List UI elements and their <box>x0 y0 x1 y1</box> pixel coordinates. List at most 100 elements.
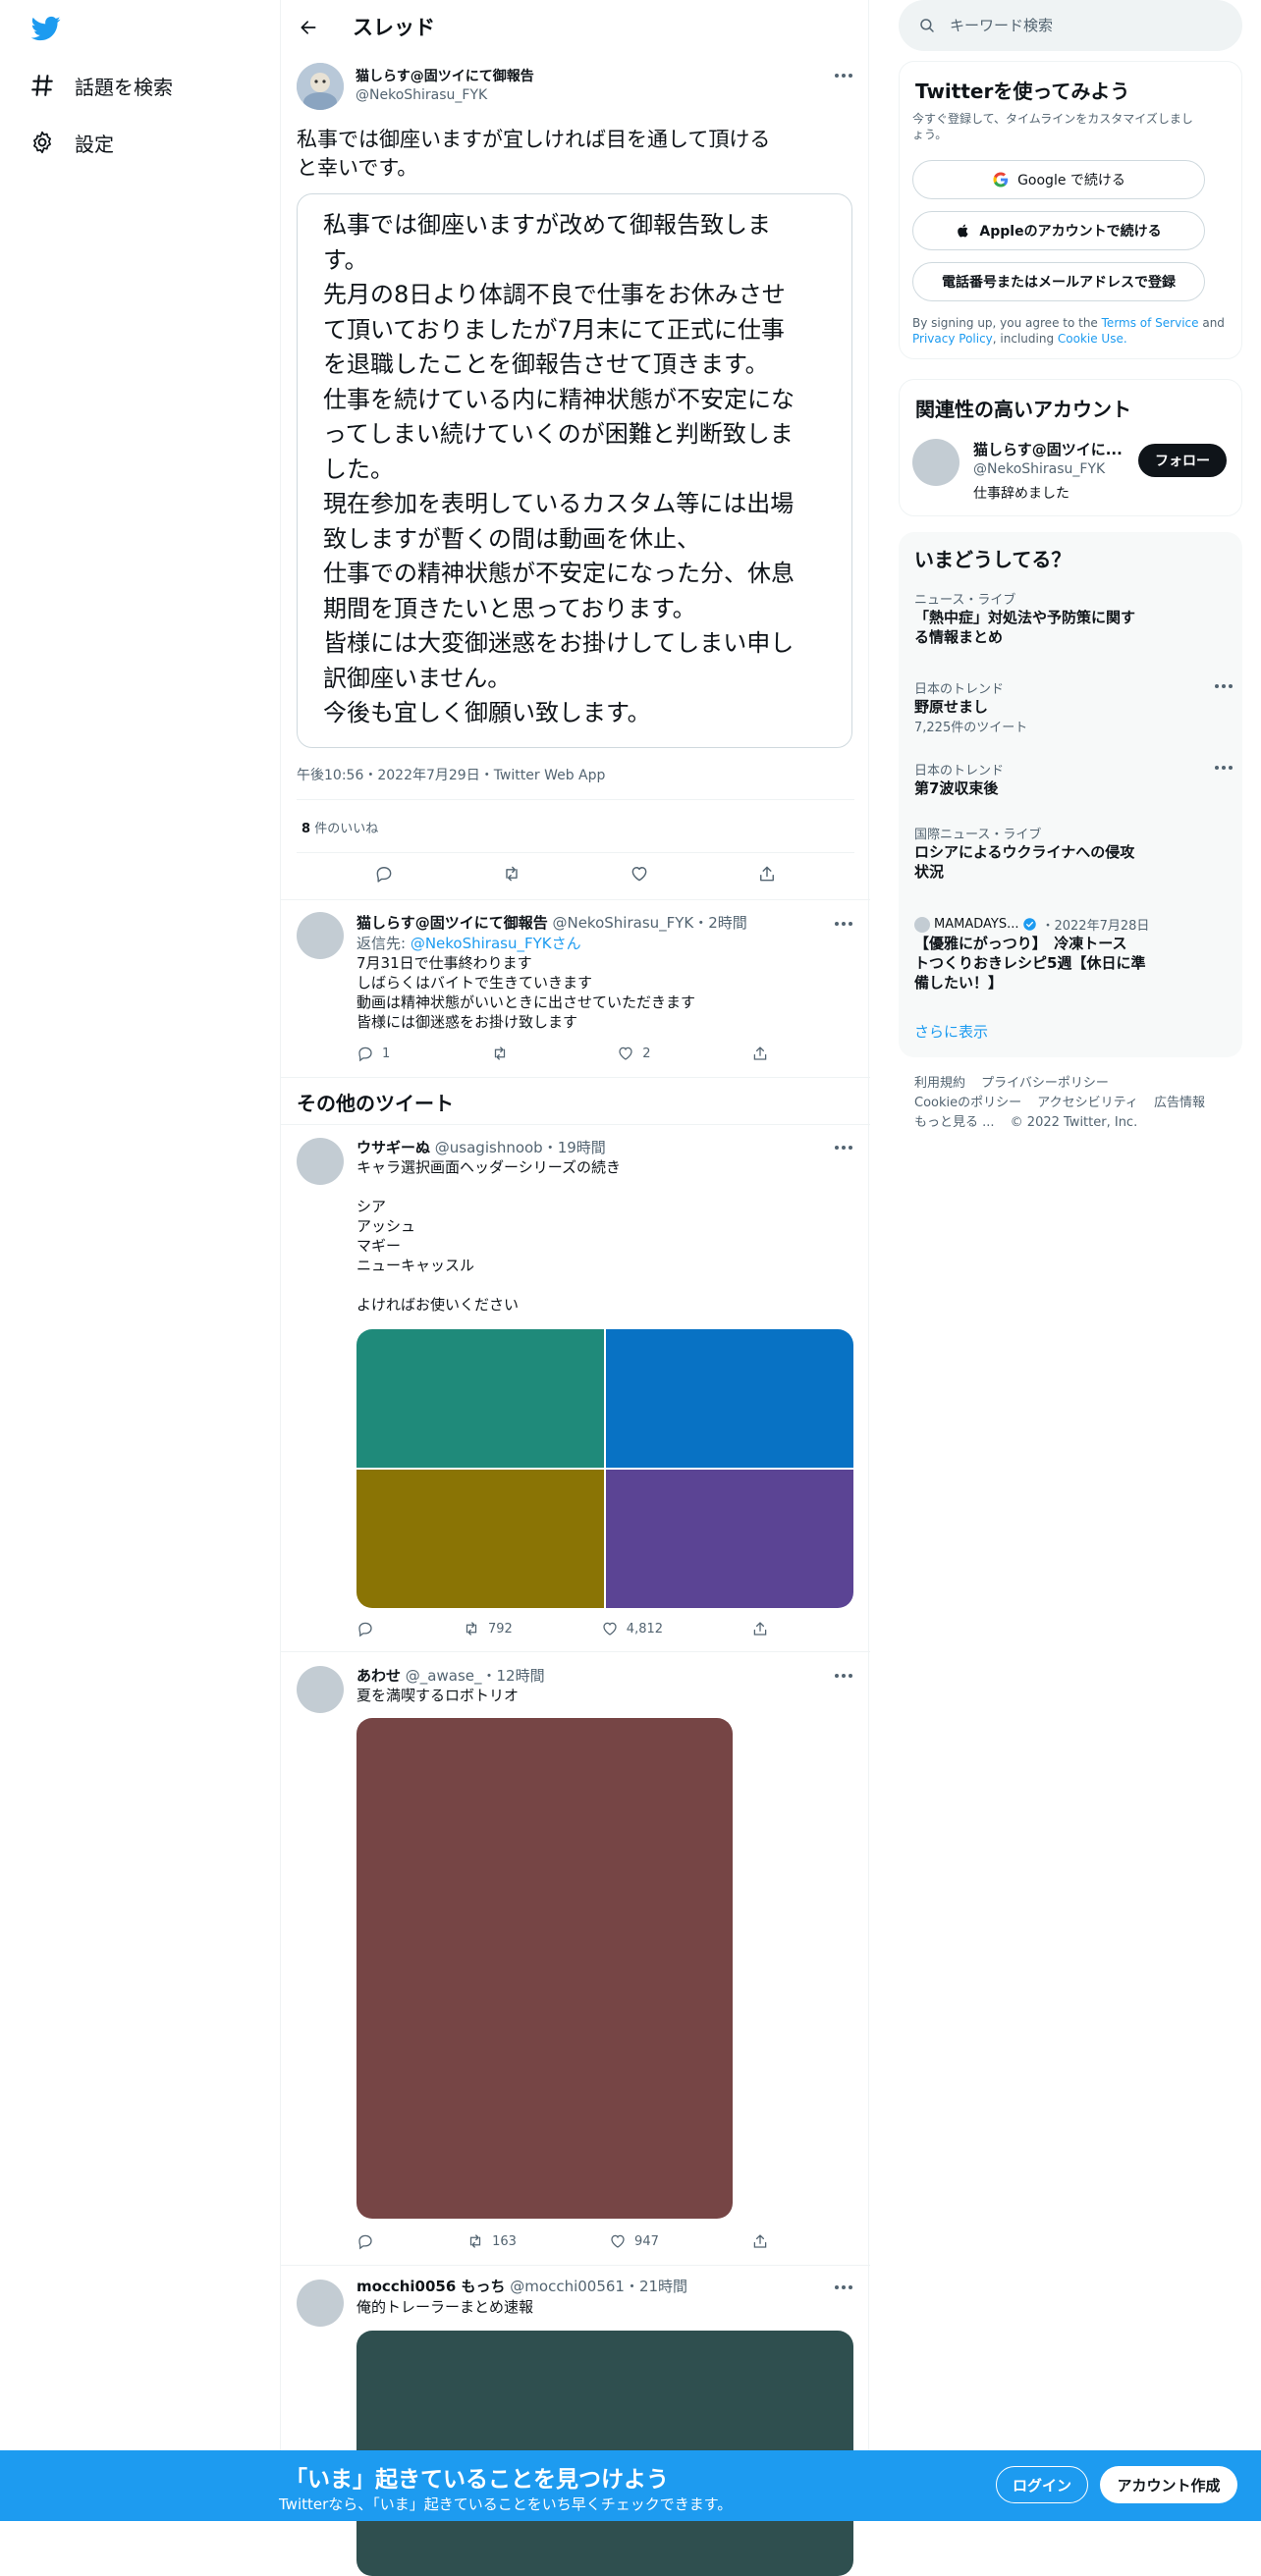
search-input[interactable] <box>948 16 1203 35</box>
footer-more-link[interactable]: もっと見る ... <box>914 1115 995 1130</box>
like-button[interactable]: 2 <box>617 1045 651 1062</box>
signup-card: Twitterを使ってみよう 今すぐ登録して、タイムラインをカスタマイズしまし … <box>899 61 1242 359</box>
author-handle[interactable]: @mocchi00561・21時間 <box>510 2278 687 2295</box>
avatar[interactable] <box>297 1138 344 1185</box>
share-button[interactable] <box>751 2232 769 2250</box>
subtitle-line: 今すぐ登録して、タイムラインをカスタマイズしまし <box>912 112 1193 126</box>
login-button[interactable]: ログイン <box>996 2466 1088 2503</box>
phone-email-signup-button[interactable]: 電話番号またはメールアドレスで登録 <box>912 262 1205 301</box>
apple-signin-button[interactable]: Appleのアカウントで続ける <box>912 211 1205 250</box>
cookie-link[interactable]: Cookie Use. <box>1058 332 1127 346</box>
follow-button[interactable]: フォロー <box>1138 444 1227 477</box>
twitter-logo-icon[interactable] <box>29 14 63 43</box>
share-button[interactable] <box>751 1620 769 1637</box>
tweet[interactable]: ウサギーぬ @usagishnoob・19時間 キャラ選択画面ヘッダーシリーズの… <box>281 1124 870 1651</box>
trend-item[interactable]: 日本のトレンド 第7波収束後 <box>914 760 1233 798</box>
footer-link[interactable]: 広告情報 <box>1154 1096 1205 1110</box>
media-image[interactable] <box>356 1329 604 1468</box>
media-grid[interactable] <box>356 1329 853 1608</box>
card-subtitle: 今すぐ登録して、タイムラインをカスタマイズしまし ょう。 <box>912 111 1193 142</box>
footer-link[interactable]: 利用規約 <box>914 1076 965 1091</box>
trend-category: 国際ニュース・ライブ <box>914 828 1042 842</box>
footer-link[interactable]: Cookieのポリシー <box>914 1096 1021 1110</box>
promoted-title: トつくりおきレシピ5週【休日に準 <box>914 954 1146 972</box>
show-more-link[interactable]: さらに表示 <box>914 1021 988 1042</box>
media-image[interactable] <box>356 1718 733 2219</box>
more-options-icon[interactable] <box>833 65 854 86</box>
share-button[interactable] <box>757 864 777 884</box>
media-image[interactable] <box>606 1470 853 1608</box>
retweet-button[interactable]: 163 <box>466 2232 517 2250</box>
tweet[interactable]: あわせ @_awase_・12時間 夏を満喫するロボトリオ 163 947 <box>281 1652 870 2265</box>
nav-explore[interactable]: 話題を検索 <box>29 62 173 109</box>
tweet-timestamp[interactable]: 午後10:56・2022年7月29日・Twitter Web App <box>297 765 605 784</box>
likes-summary[interactable]: 8 件のいいね <box>302 818 378 836</box>
quote-line: 期間を頂きたいと思っております。 <box>323 594 696 622</box>
tweet-header: あわせ @_awase_・12時間 <box>356 1665 545 1686</box>
terms-text: By signing up, you agree to the Terms of… <box>912 315 1232 347</box>
footer-link[interactable]: プライバシーポリシー <box>981 1076 1109 1091</box>
terms-link[interactable]: Terms of Service <box>1102 316 1199 330</box>
quoted-text-card[interactable]: 私事では御座いますが改めて御報告致しま す。 先月の8日より体調不良で仕事をお休… <box>297 193 852 748</box>
author-handle[interactable]: @NekoShirasu_FYK・2時間 <box>552 914 746 932</box>
more-options-icon[interactable] <box>1215 766 1233 770</box>
author-name[interactable]: mocchi0056 もっち <box>356 2278 506 2295</box>
retweet-button[interactable] <box>491 1045 517 1062</box>
retweet-count: 163 <box>492 2233 517 2249</box>
search-box[interactable] <box>899 0 1242 51</box>
trend-item[interactable]: ニュース・ライブ 「熱中症」対処法や予防策に関す る情報まとめ <box>914 589 1229 647</box>
trend-item[interactable]: 国際ニュース・ライブ ロシアによるウクライナへの侵攻 状況 <box>914 824 1229 882</box>
more-options-icon[interactable] <box>833 2277 854 2298</box>
likes-count: 8 <box>302 822 311 836</box>
media-image[interactable] <box>606 1329 853 1468</box>
author-handle[interactable]: @usagishnoob・19時間 <box>435 1139 606 1156</box>
heart-icon <box>611 2234 625 2248</box>
nav-settings[interactable]: 設定 <box>29 119 114 166</box>
retweet-button[interactable]: 792 <box>463 1620 513 1637</box>
retweet-button[interactable] <box>502 864 521 884</box>
avatar[interactable] <box>912 439 959 486</box>
avatar[interactable] <box>297 63 344 110</box>
avatar[interactable] <box>297 912 344 959</box>
like-button[interactable]: 4,812 <box>601 1620 663 1637</box>
reply-to-link[interactable]: @NekoShirasu_FYK <box>411 935 552 952</box>
divider <box>281 1077 870 1078</box>
tweet-body: 返信先: @NekoShirasu_FYKさん 7月31日で仕事終わります しば… <box>356 934 854 1032</box>
reply-tweet[interactable]: 猫しらす@固ツイにて御報告 @NekoShirasu_FYK・2時間 返信先: … <box>281 900 870 1077</box>
media-image[interactable] <box>356 1470 604 1608</box>
nav-explore-label: 話題を検索 <box>75 75 173 99</box>
avatar[interactable] <box>297 2280 344 2327</box>
quote-line: 私事では御座いますが改めて御報告致しま <box>323 211 771 239</box>
tweet-actions: 163 947 <box>356 2232 769 2250</box>
tweet-text-line: シア <box>356 1198 387 1215</box>
google-signin-button[interactable]: Google で続ける <box>912 160 1205 199</box>
avatar[interactable] <box>297 1666 344 1713</box>
author-name[interactable]: 猫しらす@固ツイにて御報告 <box>356 914 548 932</box>
reply-button[interactable] <box>356 2232 374 2250</box>
more-options-icon[interactable] <box>833 1665 854 1687</box>
back-arrow-icon[interactable] <box>295 14 322 41</box>
reply-button[interactable] <box>374 864 394 884</box>
account-name[interactable]: 猫しらす@固ツイに... <box>973 439 1130 459</box>
more-options-icon[interactable] <box>833 913 854 935</box>
trend-item[interactable]: 日本のトレンド 野原せまし 7,225件のツイート <box>914 678 1233 735</box>
heart-icon <box>603 1622 617 1636</box>
signup-button[interactable]: アカウント作成 <box>1100 2466 1237 2503</box>
more-options-icon[interactable] <box>1215 684 1233 688</box>
like-button[interactable]: 947 <box>609 2232 659 2250</box>
author-name[interactable]: あわせ <box>356 1667 401 1685</box>
like-button[interactable] <box>630 864 649 884</box>
author-handle[interactable]: @_awase_・12時間 <box>406 1667 545 1685</box>
author-name[interactable]: 猫しらす@固ツイにて御報告 <box>356 66 534 85</box>
reply-button[interactable]: 1 <box>356 1045 390 1062</box>
author-name[interactable]: ウサギーぬ <box>356 1139 430 1156</box>
account-handle[interactable]: @NekoShirasu_FYK <box>973 461 1105 477</box>
author-handle[interactable]: @NekoShirasu_FYK <box>356 87 487 103</box>
privacy-link[interactable]: Privacy Policy <box>912 332 993 346</box>
reply-button[interactable] <box>356 1620 374 1637</box>
promoted-item[interactable]: MAMADAYS... ・2022年7月28日 【優雅にがっつり】 冷凍トース … <box>914 915 1229 993</box>
more-options-icon[interactable] <box>833 1137 854 1158</box>
share-button[interactable] <box>751 1045 769 1062</box>
promoted-title: 備したい！】 <box>914 974 1004 992</box>
footer-link[interactable]: アクセシビリティ <box>1037 1096 1138 1110</box>
